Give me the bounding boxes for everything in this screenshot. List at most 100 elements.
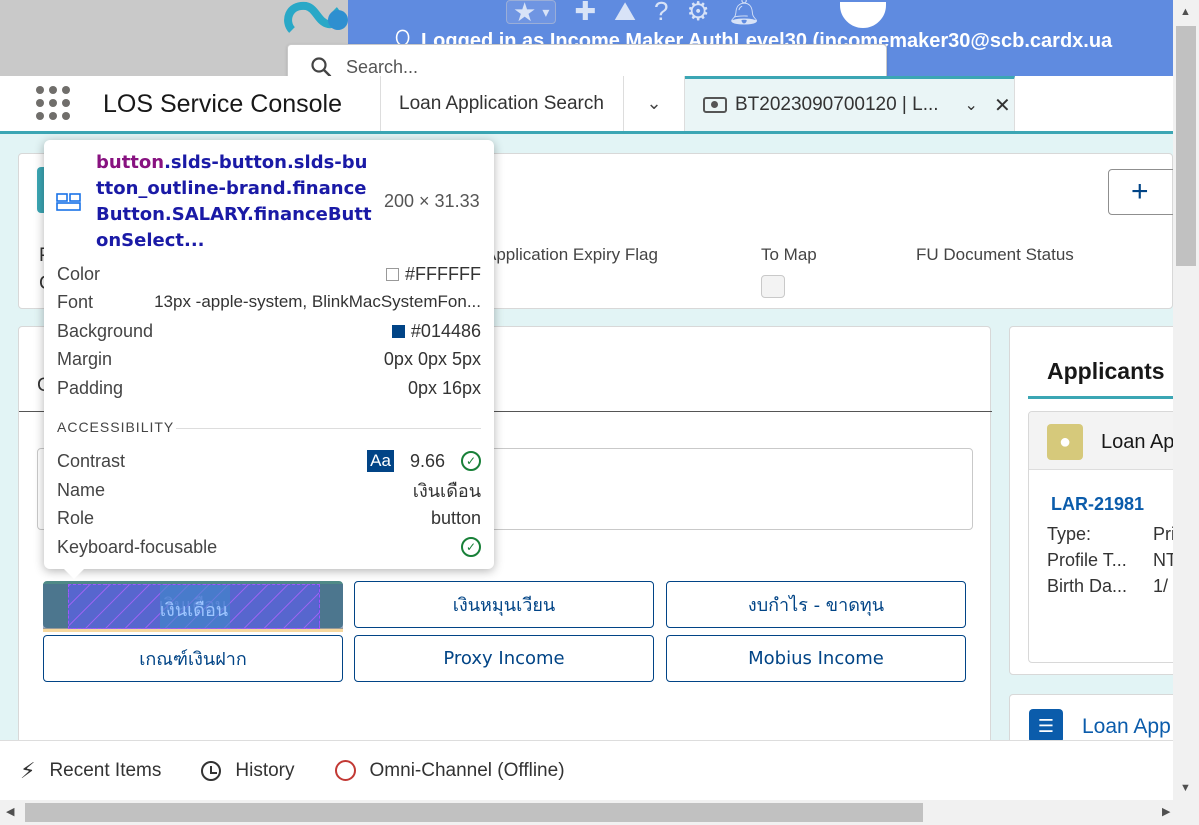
finance-button-proxy-income[interactable]: Proxy Income	[354, 635, 654, 682]
a11y-row-name: Name เงินเดือน	[57, 478, 481, 502]
tab-chevron-down-icon[interactable]: ⌄	[965, 95, 978, 115]
tab-loan-application-search[interactable]: Loan Application Search	[380, 76, 624, 131]
row-key: Profile T...	[1047, 550, 1127, 570]
status-circle-icon	[334, 760, 356, 781]
list-icon: ☰	[1029, 709, 1063, 743]
style-row-color: Color #FFFFFF	[57, 262, 481, 286]
row-label: Name	[57, 479, 106, 500]
utility-bar: ⚡︎ Recent Items History Omni-Channel (Of…	[0, 740, 1173, 800]
loan-applicant-header: ● Loan Ap	[1029, 412, 1187, 470]
app-name: LOS Service Console	[103, 90, 343, 118]
vertical-scrollbar[interactable]: ▲ ▼	[1173, 0, 1199, 800]
a11y-row-keyboard: Keyboard-focusable ✓	[57, 535, 481, 559]
row-label: Color	[57, 263, 101, 284]
finance-button-profit-loss[interactable]: งบกำไร - ขาดทุน	[666, 581, 966, 628]
row-value: button	[430, 507, 481, 528]
recent-items[interactable]: ⚡︎ Recent Items	[20, 758, 161, 784]
app-logo-icon	[284, 1, 348, 33]
applicant-row: Birth Da... 1/	[1047, 576, 1168, 597]
row-label: Font	[57, 291, 94, 312]
devtools-inspect-tooltip: button.slds-button.slds-button_outline-b…	[44, 140, 494, 579]
horizontal-scrollbar[interactable]: ◀ ▶	[0, 800, 1199, 825]
money-icon	[703, 97, 727, 113]
loan-app-link[interactable]: Loan App	[1082, 715, 1171, 739]
row-value: 9.66	[409, 450, 445, 471]
row-label: Margin	[57, 348, 113, 369]
check-circle-icon: ✓	[461, 537, 481, 557]
history-label: History	[235, 759, 295, 781]
row-value: #014486	[410, 320, 481, 341]
style-row-background: Background #014486	[57, 319, 481, 343]
element-selector: button.slds-button.slds-button_outline-b…	[96, 150, 374, 254]
gear-icon[interactable]: ⚙	[686, 0, 709, 24]
add-icon[interactable]: ✚	[574, 0, 596, 24]
loan-applicant-label: Loan Ap	[1101, 431, 1175, 453]
row-label: Background	[57, 320, 154, 341]
applicant-row: Profile T... NT	[1047, 550, 1177, 571]
finance-button-salary[interactable]: เงินเดือน	[43, 581, 343, 628]
field-application-expiry-flag: Application Expiry Flag	[485, 245, 658, 264]
to-map-checkbox[interactable]	[761, 275, 785, 298]
recent-items-label: Recent Items	[49, 759, 162, 781]
applicants-title: Applicants	[1047, 358, 1165, 384]
applicants-card: Applicants ● Loan Ap LAR-21981 Type: Pri …	[1009, 326, 1189, 675]
star-icon[interactable]: ★	[513, 0, 536, 25]
omni-channel-label: Omni-Channel (Offline)	[369, 759, 565, 781]
finance-button-deposit-criteria[interactable]: เกณฑ์เงินฝาก	[43, 635, 343, 682]
applicant-row: Type: Pri	[1047, 524, 1175, 545]
row-value: 13px -apple-system, BlinkMacSystemFon...	[154, 292, 481, 311]
background-swatch	[391, 324, 405, 338]
row-key: Type:	[1047, 524, 1092, 544]
check-circle-icon: ✓	[461, 451, 481, 471]
tab-loan-application-record[interactable]: BT2023090700120 | L... ⌄ ✕	[685, 76, 1015, 131]
bolt-icon: ⚡︎	[20, 757, 36, 783]
element-grid-icon	[56, 193, 81, 211]
accessibility-heading: ACCESSIBILITY	[57, 419, 175, 435]
row-label: Role	[57, 507, 95, 528]
search-input[interactable]	[346, 56, 846, 78]
vertical-scroll-thumb[interactable]	[1176, 26, 1196, 266]
row-value: 1/	[1153, 576, 1169, 596]
chevron-down-icon[interactable]: ▾	[542, 1, 549, 23]
scroll-left-icon[interactable]: ◀	[6, 805, 14, 818]
scroll-down-icon[interactable]: ▼	[1180, 782, 1191, 794]
scroll-right-icon[interactable]: ▶	[1162, 805, 1170, 818]
close-tab-icon[interactable]: ✕	[994, 93, 1011, 118]
lar-link[interactable]: LAR-21981	[1051, 494, 1144, 515]
accessibility-divider	[176, 428, 481, 429]
new-action-button[interactable]: +	[1108, 169, 1178, 215]
nav-menu-chevron-icon[interactable]: ⌄	[624, 76, 685, 131]
a11y-row-contrast: Contrast Aa 9.66 ✓	[57, 449, 481, 473]
loan-applicant-card: ● Loan Ap LAR-21981 Type: Pri Profile T..…	[1028, 411, 1188, 663]
trailhead-icon[interactable]: ⛰	[614, 0, 636, 24]
favorites-control[interactable]: ★ ▾	[506, 0, 557, 25]
horizontal-scroll-thumb[interactable]	[25, 803, 923, 822]
help-icon[interactable]: ?	[654, 0, 668, 24]
row-key: Birth Da...	[1047, 576, 1128, 596]
bell-icon[interactable]: 🔔︎	[728, 0, 761, 24]
row-label: Padding	[57, 377, 124, 398]
style-row-margin: Margin 0px 0px 5px	[57, 347, 481, 371]
app-launcher-icon[interactable]	[36, 86, 70, 120]
row-label: Keyboard-focusable	[57, 536, 218, 557]
element-dimensions: 200 × 31.33	[384, 191, 480, 211]
row-value: 0px 0px 5px	[383, 348, 481, 369]
row-value: Pri	[1153, 524, 1175, 544]
field-to-map: To Map	[761, 245, 817, 264]
history[interactable]: History	[201, 759, 295, 782]
row-value: #FFFFFF	[405, 263, 481, 284]
row-label: Contrast	[57, 450, 126, 471]
finance-button-mobius-income[interactable]: Mobius Income	[666, 635, 966, 682]
clock-icon	[201, 760, 222, 781]
row-value: 0px 16px	[407, 377, 481, 398]
contrast-sample: Aa	[367, 450, 394, 472]
element-tag: button	[96, 152, 165, 173]
a11y-row-role: Role button	[57, 506, 481, 530]
row-value: เงินเดือน	[412, 480, 481, 502]
scroll-up-icon[interactable]: ▲	[1180, 6, 1191, 18]
tab-label: BT2023090700120 | L...	[735, 94, 939, 115]
finance-button-working-capital[interactable]: เงินหมุนเวียน	[354, 581, 654, 628]
style-row-font: Font 13px -apple-system, BlinkMacSystemF…	[57, 290, 481, 314]
color-swatch	[386, 267, 400, 281]
omni-channel[interactable]: Omni-Channel (Offline)	[334, 759, 565, 782]
